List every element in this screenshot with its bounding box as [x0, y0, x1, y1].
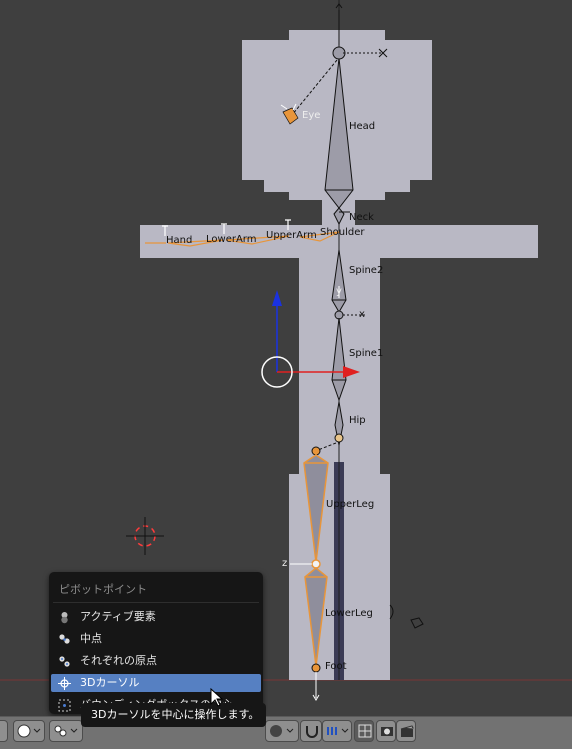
snap-toggle[interactable] [300, 720, 322, 742]
3d-cursor-icon[interactable] [126, 517, 164, 555]
menu-divider [53, 602, 259, 603]
camera-icon [381, 727, 393, 736]
bone-label-upper-arm: UpperArm [266, 230, 317, 241]
menu-item-median-point[interactable]: 中点 [51, 630, 261, 648]
snap-element-button[interactable] [322, 720, 352, 742]
foot-bone [311, 663, 321, 701]
render-button[interactable] [376, 720, 396, 742]
bone-label-hand: Hand [166, 235, 193, 246]
menu-item-active-element[interactable]: アクティブ要素 [51, 608, 261, 626]
bone-label-shoulder: Shoulder [320, 227, 365, 238]
pivot-point-menu: ピボットポイント アクティブ要素 中点 それぞれの原点 3Dカーソル バウンディ… [49, 572, 263, 714]
mouse-pointer-icon [210, 688, 224, 707]
grid-icon [358, 724, 372, 738]
individual-origins-icon [59, 656, 70, 667]
menu-collapse-button[interactable] [0, 720, 8, 742]
bounding-box-center-icon [58, 699, 71, 712]
solid-shading-icon [17, 724, 41, 738]
3d-cursor-icon [58, 677, 71, 690]
spine-joint [334, 310, 344, 320]
clapperboard-icon [400, 725, 414, 737]
axis-label-x: x [359, 309, 365, 320]
pivot-menu-title: ピボットポイント [59, 583, 147, 596]
median-point-icon [59, 634, 70, 644]
only-render-toggle[interactable] [354, 720, 374, 742]
bone-label-head: Head [349, 121, 376, 132]
menu-item-label: 3Dカーソル [80, 676, 140, 689]
proportional-editing-button[interactable] [265, 720, 299, 742]
active-element-icon [61, 612, 68, 624]
render-animation-button[interactable] [396, 720, 416, 742]
bone-label-upper-leg: UpperLeg [326, 499, 375, 510]
axis-label-z: z [282, 558, 288, 569]
bone-label-lower-leg: LowerLeg [325, 608, 373, 619]
magnet-icon [306, 726, 318, 738]
bone-label-eye: Eye [302, 110, 321, 121]
proportional-edit-icon [270, 725, 294, 737]
pivot-point-button[interactable] [49, 720, 83, 742]
menu-item-individual-origins[interactable]: それぞれの原点 [51, 652, 261, 670]
menu-item-3d-cursor[interactable]: 3Dカーソル [51, 674, 261, 692]
bone-label-hip: Hip [349, 415, 366, 426]
snap-increment-icon [327, 727, 349, 735]
bone-label-foot: Foot [325, 661, 347, 672]
bone-label-spine1: Spine1 [349, 348, 384, 359]
bone-label-spine2: Spine2 [349, 265, 384, 276]
menu-item-label: 中点 [80, 632, 102, 645]
menu-item-label: アクティブ要素 [80, 610, 156, 623]
bone-label-neck: Neck [349, 212, 374, 223]
viewport-shading-button[interactable] [13, 720, 45, 742]
menu-item-label: それぞれの原点 [80, 654, 157, 667]
bone-label-lower-arm: LowerArm [206, 234, 257, 245]
lamp-icon [389, 604, 424, 629]
median-point-icon [54, 725, 78, 737]
tooltip: 3Dカーソルを中心に操作します。 [81, 703, 266, 727]
axis-label-y: y [336, 286, 342, 297]
